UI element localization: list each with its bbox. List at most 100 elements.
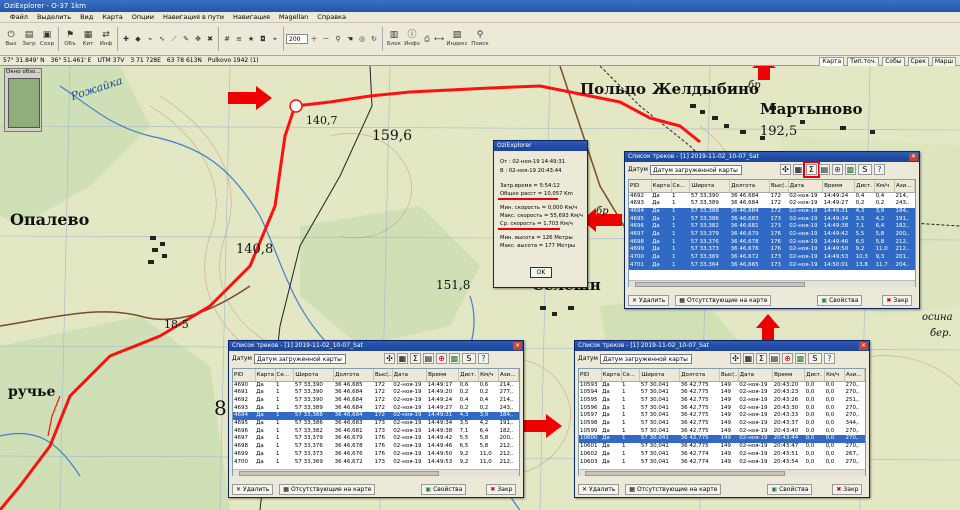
hand-icon[interactable]: ☚	[345, 33, 355, 46]
horizontal-scrollbar[interactable]	[629, 280, 915, 287]
load-button[interactable]: ▤ Загр	[21, 25, 37, 53]
horizontal-scrollbar[interactable]	[579, 469, 865, 476]
close-button[interactable]: ✖ Закр	[882, 295, 913, 306]
close-icon[interactable]: ✕	[909, 153, 918, 161]
column-header[interactable]: Выс(...	[719, 369, 739, 382]
zoom-out-icon[interactable]: －	[321, 33, 331, 46]
menu-moving-map[interactable]: Навигация в пути	[163, 12, 224, 22]
datum-select[interactable]: Датум загруженной карты	[599, 353, 692, 364]
table-row[interactable]: 4697 Да 1 57 33,379 36 46,679 176 02-ноя-19 14:…	[629, 231, 915, 239]
route-icon[interactable]: ⌁	[145, 33, 155, 46]
star-icon[interactable]: ★	[246, 33, 256, 46]
column-header[interactable]: Карта	[651, 180, 672, 193]
track-statistics-dialog[interactable]: OziExplorer От : 02-ноя-19 14:49:31 В : …	[493, 140, 588, 288]
horizontal-scrollbar[interactable]	[233, 469, 519, 476]
grid-icon[interactable]: #	[222, 33, 232, 46]
menu-navigation[interactable]: Навигация	[233, 12, 270, 22]
table-row[interactable]: 10598 Да 1 57 30,041 36 42,775 149 02-ноя-19 20…	[579, 420, 865, 428]
table-row[interactable]: 4691 Да 1 57 33,390 36 46,684 172 02-ноя-19 14:…	[233, 389, 519, 397]
column-header[interactable]: Время	[822, 180, 856, 193]
menu-magellan[interactable]: Magellan	[279, 12, 308, 22]
menu-view[interactable]: Вид	[80, 12, 93, 22]
column-header[interactable]: Широта	[689, 180, 731, 193]
comment-icon[interactable]: ✎	[181, 33, 191, 46]
table-row[interactable]: 4694 Да 1 57 33,388 36 46,684 172 02-ноя-19 14:…	[629, 207, 915, 216]
block-button[interactable]: ▥ Блок	[386, 25, 402, 53]
zoom-in-icon[interactable]: ＋	[309, 33, 319, 46]
table-row[interactable]: 10595 Да 1 57 30,041 36 42,775 149 02-ноя-19 20…	[579, 397, 865, 405]
magnifier-icon[interactable]: ⚲	[333, 33, 343, 46]
column-header[interactable]: Км/ч	[874, 180, 895, 193]
table-row[interactable]: 10593 Да 1 57 30,041 36 42,775 149 02-ноя-19 20…	[579, 381, 865, 389]
center-icon[interactable]: ◎	[357, 33, 367, 46]
column-header[interactable]: Широта	[639, 369, 681, 382]
table-row[interactable]: 4698 Да 1 57 33,376 36 46,678 176 02-ноя-19 14:…	[629, 238, 915, 247]
column-header[interactable]: Ази...	[498, 369, 519, 382]
column-header[interactable]: Ази...	[844, 369, 865, 382]
table-row[interactable]: 4701 Да 1 57 33,364 36 46,665 173 02-ноя-19 14:…	[629, 261, 915, 270]
close-button[interactable]: ✖ Закр	[486, 484, 517, 495]
exit-button[interactable]: ⏻ Вых	[3, 25, 19, 53]
table-row[interactable]: 4698 Да 1 57 33,376 36 46,678 176 02-ноя-19 14:…	[233, 443, 519, 451]
track-list-window[interactable]: Список треков - [1] 2019-11-02_10-07_Sat…	[574, 340, 870, 498]
datum-select[interactable]: Датум загруженной карты	[649, 164, 742, 175]
missing-button[interactable]: ▦ Отсутствующие на карте	[675, 295, 772, 306]
column-header[interactable]: Карта	[255, 369, 276, 382]
column-header[interactable]: Выс(...	[769, 180, 789, 193]
delete-icon[interactable]: ✖	[205, 33, 215, 46]
sigma-button[interactable]: Σ	[409, 353, 421, 364]
select-icon[interactable]: ✣	[779, 164, 791, 175]
sort-icon[interactable]: S	[857, 164, 872, 175]
table-row[interactable]: 4699 Да 1 57 33,373 36 46,676 176 02-ноя-19 14:…	[233, 451, 519, 459]
sort-icon[interactable]: S	[807, 353, 822, 364]
column-header[interactable]: Дата	[392, 369, 428, 382]
table-row[interactable]: 4693 Да 1 57 33,389 36 46,684 172 02-ноя-19 14:…	[629, 200, 915, 208]
grid-icon[interactable]: ▦	[396, 353, 408, 364]
help-button[interactable]: ?	[873, 164, 885, 175]
table-row[interactable]: 10601 Да 1 57 30,041 36 42,775 149 02-ноя-19 20…	[579, 443, 865, 451]
polyline-icon[interactable]: ⟋	[169, 33, 179, 46]
column-header[interactable]: Долгота	[729, 180, 770, 193]
help-button[interactable]: ?	[477, 353, 489, 364]
track-icon[interactable]: ∿	[157, 33, 167, 46]
column-header[interactable]: Дата	[788, 180, 824, 193]
select-icon[interactable]: ✣	[383, 353, 395, 364]
column-header[interactable]: PID	[233, 369, 256, 382]
track-list-window[interactable]: Список треков - [1] 2019-11-02_10-07_Sat…	[624, 151, 920, 309]
table-row[interactable]: 4690 Да 1 57 33,390 36 46,685 172 02-ноя-19 14:…	[233, 381, 519, 389]
column-header[interactable]: Широта	[293, 369, 335, 382]
crosshair-icon[interactable]: ⊕	[781, 353, 793, 364]
menu-help[interactable]: Справка	[317, 12, 346, 22]
column-header[interactable]: Долгота	[333, 369, 374, 382]
table-row[interactable]: 4693 Да 1 57 33,389 36 46,684 172 02-ноя-19 14:…	[233, 405, 519, 413]
close-icon[interactable]: ✕	[859, 342, 868, 350]
column-header[interactable]: Время	[772, 369, 806, 382]
datum-select[interactable]: Датум загруженной карты	[253, 353, 346, 364]
column-header[interactable]: Карта	[601, 369, 622, 382]
link-button[interactable]: ⇄ Инф	[98, 25, 114, 53]
column-header[interactable]: Се...	[621, 369, 641, 382]
sigma-button[interactable]: Σ	[802, 161, 820, 178]
track-table[interactable]: PID Карта Се... Широта Долгота Выс(... Дата Вре…	[628, 179, 916, 287]
copy-icon[interactable]: ▩	[448, 353, 460, 364]
track-table[interactable]: PID Карта Се... Широта Долгота Выс(... Дата Вре…	[578, 368, 866, 476]
track-table[interactable]: PID Карта Се... Широта Долгота Выс(... Дата Вре…	[232, 368, 520, 476]
ok-button[interactable]: OK	[530, 267, 552, 278]
overview-map[interactable]	[8, 78, 40, 128]
objects-button[interactable]: ⚑ Объ	[62, 25, 78, 53]
move-icon[interactable]: ✥	[193, 33, 203, 46]
sigma-button[interactable]: Σ	[755, 353, 767, 364]
menu-select[interactable]: Выделить	[37, 12, 71, 22]
column-header[interactable]: Дист.	[458, 369, 480, 382]
table-row[interactable]: 10596 Да 1 57 30,041 36 42,775 149 02-ноя-19 20…	[579, 405, 865, 413]
table-row[interactable]: 4694 Да 1 57 33,388 36 46,684 172 02-ноя-19 14:…	[233, 412, 519, 421]
map-button[interactable]: ▦ Кит	[80, 25, 96, 53]
table-row[interactable]: 4697 Да 1 57 33,379 36 46,679 176 02-ноя-19 14:…	[233, 435, 519, 443]
properties-button[interactable]: ▣ Свойства	[421, 484, 467, 495]
table-row[interactable]: 4696 Да 1 57 33,382 36 46,681 173 02-ноя-19 14:…	[629, 223, 915, 232]
column-header[interactable]: Дист.	[854, 180, 876, 193]
column-header[interactable]: PID	[629, 180, 652, 193]
table-row[interactable]: 10603 Да 1 57 30,041 36 42,774 149 02-ноя-19 20…	[579, 459, 865, 467]
gps-icon[interactable]: ⌖	[270, 33, 280, 46]
delete-button[interactable]: ✕ Удалить	[628, 295, 670, 306]
